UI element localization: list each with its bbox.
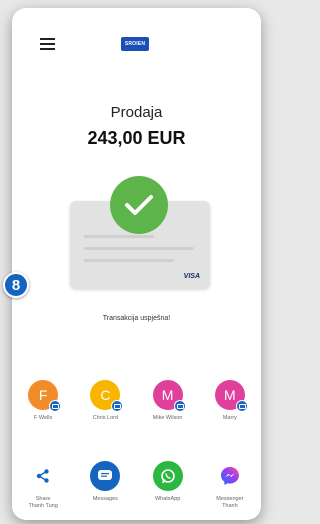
step-number-badge: 8 <box>3 272 29 298</box>
app-label: Messages <box>92 496 118 502</box>
messages-button[interactable]: Messages <box>74 461 136 510</box>
contact-item[interactable]: C Chris Lord <box>74 380 136 422</box>
contact-name: Chris Lord <box>92 415 119 421</box>
whatsapp-icon <box>152 461 183 491</box>
contact-name: Marry <box>222 415 237 421</box>
messages-icon <box>90 461 121 491</box>
avatar: F <box>28 380 62 412</box>
avatar: M <box>152 380 186 412</box>
sale-title: Prodaja <box>110 104 163 121</box>
message-badge-icon <box>235 400 248 412</box>
contact-name: F Wells <box>34 415 53 421</box>
share-button[interactable]: Share Thanh Tung <box>12 461 74 510</box>
app-label: Share Thanh Tung <box>28 496 58 509</box>
avatar: M <box>214 380 248 412</box>
message-badge-icon <box>111 400 124 412</box>
whatsapp-button[interactable]: WhatsApp <box>137 461 199 510</box>
status-message: Transakcija uspješna! <box>102 315 171 322</box>
contact-name: Mike Wilson <box>152 415 183 421</box>
contact-item[interactable]: M Mike Wilson <box>137 380 199 422</box>
message-badge-icon <box>49 400 62 412</box>
app-label: Messenger Thanh <box>216 496 244 509</box>
contact-item[interactable]: M Marry <box>199 380 261 422</box>
sale-amount: 243,00 EUR <box>87 128 186 148</box>
visa-logo: VISA <box>183 273 200 280</box>
app-label: WhatsApp <box>154 496 181 502</box>
share-icon <box>28 461 58 491</box>
hamburger-menu-icon[interactable] <box>40 38 55 50</box>
messenger-icon <box>215 461 245 491</box>
message-badge-icon <box>173 400 186 412</box>
brand-logo: SROIEN <box>121 37 149 51</box>
avatar: C <box>90 380 124 412</box>
share-app-list: Share Thanh Tung Messages WhatsApp Messe… <box>12 461 261 510</box>
messenger-button[interactable]: Messenger Thanh <box>199 461 261 510</box>
phone-screen: SROIEN Prodaja 243,00 EUR VISA Transakci… <box>12 8 261 520</box>
success-check-icon <box>110 176 168 234</box>
contact-list: F F Wells C Chris Lord M Mike Wilson M M… <box>12 380 261 422</box>
contact-item[interactable]: F F Wells <box>12 380 74 422</box>
